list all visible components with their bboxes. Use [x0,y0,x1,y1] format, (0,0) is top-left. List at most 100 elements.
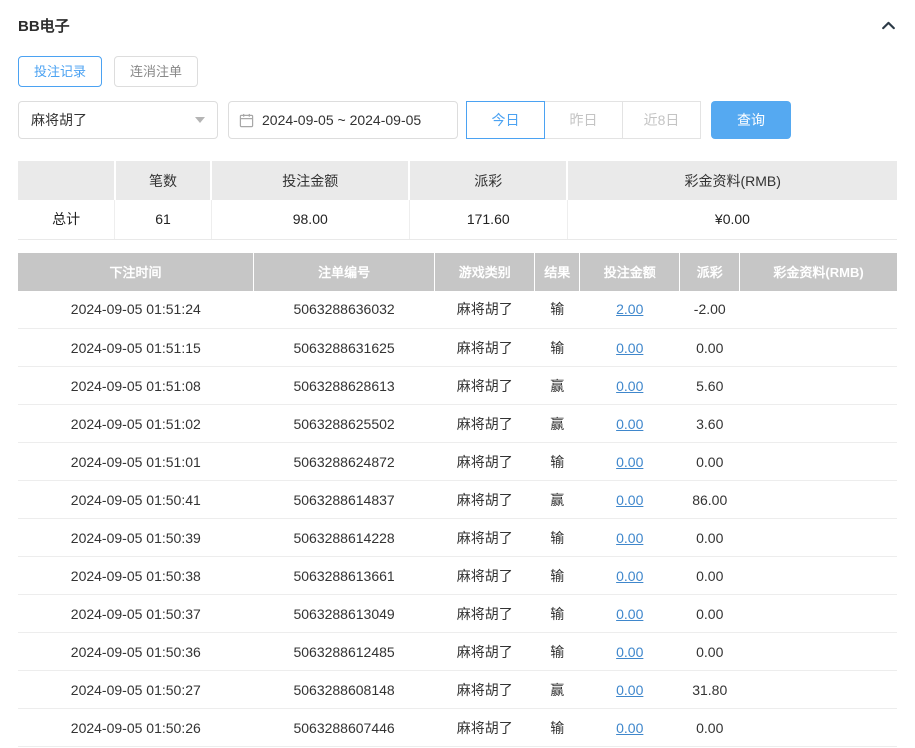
chevron-down-icon [195,117,205,123]
last-8-days-button[interactable]: 近8日 [622,101,701,139]
bet-amount-link[interactable]: 0.00 [616,682,643,698]
summary-count-value: 61 [114,200,212,240]
bet-time-cell: 2024-09-05 01:50:41 [18,480,254,519]
summary-bet-amount-value: 98.00 [211,200,410,240]
bet-amount-link[interactable]: 0.00 [616,492,643,508]
summary-header-bonus: 彩金资料(RMB) [567,161,897,200]
game-type-cell: 麻将胡了 [434,480,535,519]
game-type-cell: 麻将胡了 [434,366,535,405]
order-number-cell: 5063288613049 [253,594,435,633]
game-select-value: 麻将胡了 [31,112,87,128]
bet-amount-link[interactable]: 0.00 [616,378,643,394]
result-cell: 赢 [534,480,580,519]
chevron-up-icon[interactable] [880,17,897,34]
result-cell: 输 [534,594,580,633]
bet-time-cell: 2024-09-05 01:50:38 [18,556,254,595]
result-cell: 输 [534,556,580,595]
bet-amount-cell: 0.00 [579,556,680,595]
bonus-cell [739,708,897,747]
bonus-cell [739,480,897,519]
tab-cancelled-orders[interactable]: 连消注单 [114,56,199,87]
order-number-cell: 5063288607446 [253,708,435,747]
game-select[interactable]: 麻将胡了 [18,101,218,139]
table-row: 2024-09-05 01:50:41 5063288614837 麻将胡了 赢… [18,480,897,519]
bet-amount-link[interactable]: 0.00 [616,568,643,584]
order-number-cell: 5063288631625 [253,328,435,367]
bet-amount-cell: 0.00 [579,708,680,747]
payout-cell: 3.60 [679,404,740,443]
payout-cell: 0.00 [679,442,740,481]
bet-amount-link[interactable]: 2.00 [616,301,643,317]
order-number-cell: 5063288608148 [253,670,435,709]
header-bet-time: 下注时间 [18,252,255,291]
result-cell: 输 [534,632,580,671]
game-type-cell: 麻将胡了 [434,290,535,329]
game-type-cell: 麻将胡了 [434,404,535,443]
payout-cell: 86.00 [679,480,740,519]
bet-amount-link[interactable]: 0.00 [616,644,643,660]
bet-time-cell: 2024-09-05 01:51:08 [18,366,254,405]
bonus-cell [739,290,897,329]
summary-total-row: 总计 61 98.00 171.60 ¥0.00 [18,200,897,240]
bet-time-cell: 2024-09-05 01:50:26 [18,708,254,747]
bet-amount-cell: 0.00 [579,518,680,557]
payout-cell: 0.00 [679,708,740,747]
panel-header: BB电子 [18,14,897,36]
header-game-type: 游戏类别 [434,252,536,291]
bet-amount-link[interactable]: 0.00 [616,454,643,470]
today-button[interactable]: 今日 [466,101,545,139]
records-body: 2024-09-05 01:51:24 5063288636032 麻将胡了 输… [18,290,897,747]
date-range-picker[interactable]: 2024-09-05 ~ 2024-09-05 [228,101,458,139]
result-cell: 输 [534,442,580,481]
table-row: 2024-09-05 01:51:15 5063288631625 麻将胡了 输… [18,328,897,367]
tab-betting-records[interactable]: 投注记录 [18,56,103,87]
table-row: 2024-09-05 01:50:26 5063288607446 麻将胡了 输… [18,708,897,747]
bonus-cell [739,328,897,367]
summary-header-bet-amount: 投注金额 [211,161,411,200]
records-header-row: 下注时间 注单编号 游戏类别 结果 投注金额 派彩 彩金资料(RMB) [18,252,897,291]
table-row: 2024-09-05 01:50:37 5063288613049 麻将胡了 输… [18,594,897,633]
yesterday-button[interactable]: 昨日 [544,101,623,139]
order-number-cell: 5063288613661 [253,556,435,595]
bet-amount-cell: 2.00 [579,290,680,329]
bet-time-cell: 2024-09-05 01:51:15 [18,328,254,367]
order-number-cell: 5063288614837 [253,480,435,519]
bet-amount-link[interactable]: 0.00 [616,530,643,546]
payout-cell: 0.00 [679,518,740,557]
summary-total-label: 总计 [18,200,116,240]
bonus-cell [739,366,897,405]
result-cell: 赢 [534,404,580,443]
table-row: 2024-09-05 01:51:02 5063288625502 麻将胡了 赢… [18,404,897,443]
date-range-value: 2024-09-05 ~ 2024-09-05 [262,112,422,128]
bonus-cell [739,670,897,709]
result-cell: 赢 [534,366,580,405]
bet-amount-link[interactable]: 0.00 [616,340,643,356]
bet-amount-link[interactable]: 0.00 [616,416,643,432]
bonus-cell [739,594,897,633]
bet-amount-link[interactable]: 0.00 [616,720,643,736]
payout-cell: 0.00 [679,594,740,633]
bonus-cell [739,632,897,671]
table-row: 2024-09-05 01:50:39 5063288614228 麻将胡了 输… [18,518,897,557]
summary-header-count: 笔数 [114,161,213,200]
bet-time-cell: 2024-09-05 01:50:37 [18,594,254,633]
payout-cell: 0.00 [679,632,740,671]
summary-payout-value: 171.60 [409,200,568,240]
summary-header-row: 笔数 投注金额 派彩 彩金资料(RMB) [18,161,897,200]
bet-amount-link[interactable]: 0.00 [616,606,643,622]
bet-time-cell: 2024-09-05 01:50:36 [18,632,254,671]
game-type-cell: 麻将胡了 [434,594,535,633]
payout-cell: 0.00 [679,556,740,595]
order-number-cell: 5063288628613 [253,366,435,405]
header-bet-amount: 投注金额 [579,252,681,291]
bet-amount-cell: 0.00 [579,670,680,709]
game-type-cell: 麻将胡了 [434,442,535,481]
bonus-cell [739,556,897,595]
game-type-cell: 麻将胡了 [434,518,535,557]
bet-amount-cell: 0.00 [579,366,680,405]
header-payout: 派彩 [679,252,741,291]
search-button[interactable]: 查询 [711,101,791,139]
game-type-cell: 麻将胡了 [434,708,535,747]
result-cell: 输 [534,328,580,367]
game-type-cell: 麻将胡了 [434,670,535,709]
